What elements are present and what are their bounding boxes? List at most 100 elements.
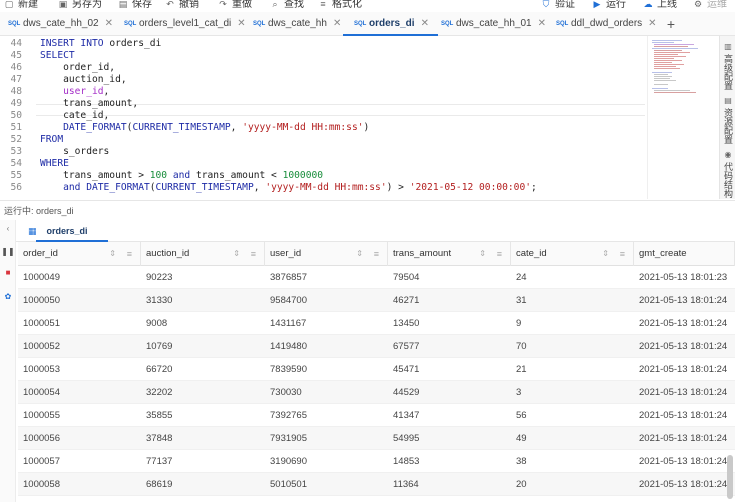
cell-gmt-create: 2021-05-13 18:01:24: [639, 479, 728, 490]
tab-dws-cate-hh[interactable]: SQL dws_cate_hh ✕: [253, 12, 341, 35]
save-as-icon: ▣: [58, 0, 68, 9]
cell-user-id: 5010501: [270, 479, 307, 490]
verify-button[interactable]: ⛉ 验证: [541, 0, 575, 11]
sql-file-icon: SQL: [8, 21, 21, 27]
sql-file-icon: SQL: [556, 21, 569, 27]
cell-cate-id: 49: [516, 433, 527, 444]
table-row[interactable]: 1000052 10769 1419480 67577 70 2021-05-13 18:…: [18, 335, 735, 358]
table-row[interactable]: 1000054 32202 730030 44529 3 2021-05-13 18:01…: [18, 381, 735, 404]
add-tab-icon[interactable]: +: [664, 12, 678, 36]
cell-gmt-create: 2021-05-13 18:01:24: [639, 318, 728, 329]
cell-cate-id: 70: [516, 341, 527, 352]
redo-button[interactable]: ↷ 重做: [218, 0, 252, 11]
sort-icon[interactable]: ⇕: [602, 242, 609, 266]
sort-icon[interactable]: ⇕: [233, 242, 240, 266]
cell-cate-id: 56: [516, 410, 527, 421]
results-tab-orders-di[interactable]: ▦ orders_di: [28, 220, 88, 242]
save-as-button[interactable]: ▣ 另存为: [58, 0, 102, 11]
new-button[interactable]: ▢ 新建: [4, 0, 38, 11]
tab-dws-cate-hh-01[interactable]: SQL dws_cate_hh_01 ✕: [441, 12, 546, 35]
vertical-scrollbar[interactable]: [727, 455, 733, 499]
code-minimap[interactable]: [647, 36, 719, 199]
cell-trans-amount: 54995: [393, 433, 420, 444]
column-header-trans-amount[interactable]: trans_amount ⇕ ≡: [388, 242, 511, 266]
run-button[interactable]: ▶ 运行: [592, 0, 626, 11]
table-row[interactable]: 1000049 90223 3876857 79504 24 2021-05-13 18:…: [18, 266, 735, 289]
table-row[interactable]: 1000055 35855 7392765 41347 56 2021-05-13 18:…: [18, 404, 735, 427]
column-header-auction-id[interactable]: auction_id ⇕ ≡: [141, 242, 265, 266]
column-menu-icon[interactable]: ≡: [374, 242, 379, 266]
close-icon[interactable]: ✕: [237, 12, 245, 35]
publish-button[interactable]: ☁ 上线: [643, 0, 678, 11]
cell-trans-amount: 35112: [388, 496, 511, 502]
code-line: 54 WHERE: [10, 158, 69, 169]
tab-ddl-dwd-orders[interactable]: SQL ddl_dwd_orders ✕: [556, 12, 657, 35]
close-icon[interactable]: ✕: [538, 12, 546, 35]
cell-cate-id: 20: [516, 479, 527, 490]
search-icon: ⌕: [272, 0, 278, 9]
sql-editor[interactable]: 44 INSERT INTO orders_di 45 SELECT 46 orde…: [0, 36, 645, 199]
table-row[interactable]: 1000058 68619 5010501 11364 20 2021-05-13 18:…: [18, 473, 735, 496]
code-structure-tab[interactable]: ◉ 代码结构: [720, 150, 735, 198]
cell-auction-id: 10769: [146, 341, 173, 352]
results-panel: ‹ ❚❚ ■ ✿ ▦ orders_di order_id ⇕ ≡ auction_id…: [0, 220, 735, 502]
table-row[interactable]: 1000053 66720 7839590 45471 21 2021-05-13 18:…: [18, 358, 735, 381]
cell-trans-amount: 11364: [393, 479, 419, 490]
column-header-label: user_id: [270, 248, 302, 259]
grid-icon: ▦: [28, 226, 37, 236]
stop-icon[interactable]: ■: [0, 268, 16, 278]
close-icon[interactable]: ✕: [333, 12, 341, 35]
tab-orders-level1-cat-di[interactable]: SQL orders_level1_cat_di ✕: [124, 12, 246, 35]
cell-user-id: 730030: [270, 387, 302, 398]
cell-order-id: 1000052: [23, 341, 60, 352]
cell-cate-id: 24: [516, 272, 527, 283]
pause-icon[interactable]: ❚❚: [0, 247, 16, 257]
cell-trans-amount: 13450: [393, 318, 420, 329]
resource-config-tab[interactable]: ▤ 资源配置: [720, 96, 735, 144]
ops-button[interactable]: ⚙ 运维: [693, 0, 727, 11]
column-header-user-id[interactable]: user_id ⇕ ≡: [265, 242, 388, 266]
column-menu-icon[interactable]: ≡: [497, 242, 502, 266]
column-header-gmt-create[interactable]: gmt_create: [634, 242, 735, 266]
cell-gmt-create: 2021-05-13 18:01:24: [634, 496, 735, 502]
tab-orders-di[interactable]: SQL orders_di ✕: [354, 12, 429, 35]
close-icon[interactable]: ✕: [105, 12, 113, 35]
code-line: 48 user_id,: [10, 86, 110, 97]
sort-icon[interactable]: ⇕: [479, 242, 486, 266]
advanced-config-tab[interactable]: ▥ 高级配置: [720, 42, 735, 90]
cell-order-id: 1000050: [23, 295, 60, 306]
sort-icon[interactable]: ⇕: [109, 242, 116, 266]
close-icon[interactable]: ✕: [421, 12, 429, 35]
format-button[interactable]: ≡ 格式化: [318, 0, 362, 11]
table-row[interactable]: 1000056 37848 7931905 54995 49 2021-05-13 18:…: [18, 427, 735, 450]
table-row[interactable]: 100005946060739602035112612021-05-13 18:…: [18, 496, 735, 502]
undo-button[interactable]: ↶ 撤销: [165, 0, 199, 11]
save-button[interactable]: ▤ 保存: [118, 0, 152, 11]
column-header-cate-id[interactable]: cate_id ⇕ ≡: [511, 242, 634, 266]
code-line: 47 auction_id,: [10, 74, 127, 85]
code-line: 46 order_id,: [10, 62, 116, 73]
column-menu-icon[interactable]: ≡: [251, 242, 256, 266]
results-tab-bar: ▦ orders_di: [16, 220, 735, 242]
cell-user-id: 3190690: [270, 456, 307, 467]
cell-order-id: 1000056: [23, 433, 60, 444]
sort-icon[interactable]: ⇕: [356, 242, 363, 266]
code-line: 44 INSERT INTO orders_di: [10, 38, 162, 49]
table-row[interactable]: 1000057 77137 3190690 14853 38 2021-05-13 18:…: [18, 450, 735, 473]
collapse-icon[interactable]: ‹: [0, 224, 16, 234]
cell-auction-id: 35855: [146, 410, 173, 421]
column-menu-icon[interactable]: ≡: [127, 242, 132, 266]
tab-dws-cate-hh-02[interactable]: SQL dws_cate_hh_02 ✕: [8, 12, 113, 35]
settings-icon[interactable]: ✿: [0, 292, 16, 302]
find-button[interactable]: ⌕ 查找: [270, 0, 304, 11]
column-menu-icon[interactable]: ≡: [620, 242, 625, 266]
table-row[interactable]: 1000051 9008 1431167 13450 9 2021-05-13 18:01…: [18, 312, 735, 335]
cell-user-id: 1431167: [270, 318, 307, 329]
cell-gmt-create: 2021-05-13 18:01:24: [639, 456, 728, 467]
cell-gmt-create: 2021-05-13 18:01:24: [639, 295, 728, 306]
table-row[interactable]: 1000050 31330 9584700 46271 31 2021-05-13 18:…: [18, 289, 735, 312]
cell-cate-id: 38: [516, 456, 527, 467]
cell-cate-id: 21: [516, 364, 527, 375]
column-header-order-id[interactable]: order_id ⇕ ≡: [18, 242, 141, 266]
close-icon[interactable]: ✕: [648, 12, 656, 35]
